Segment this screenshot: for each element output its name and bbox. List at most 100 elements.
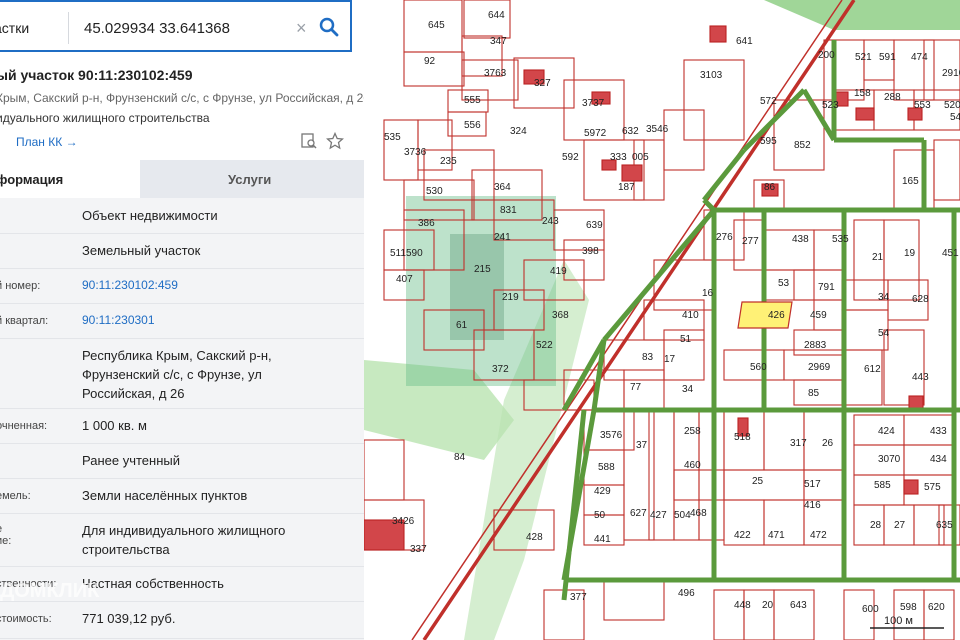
parcel-number-label: 277 [742, 236, 759, 247]
parcel [713, 589, 745, 640]
parcel-number-label: 545 [950, 112, 960, 123]
parcel-number-label: 337 [410, 544, 427, 555]
plan-kk-link[interactable]: План КК → [16, 135, 78, 149]
info-row: е ие: Для индивидуального жилищного строи… [0, 513, 364, 567]
parcel-number-label: 398 [582, 246, 599, 257]
parcel-number-label: 21 [872, 252, 884, 263]
search-input[interactable]: 45.029934 33.641368 [84, 20, 230, 37]
parcel-number-label: 575 [924, 482, 941, 493]
parcel-number-label: 407 [396, 274, 413, 285]
parcel-number-label: 468 [690, 508, 707, 519]
parcel-number-label: 2883 [804, 340, 827, 351]
parcel-number-label: 627 [630, 508, 647, 519]
parcel-number-label: 422 [734, 530, 751, 541]
parcel-number-label: 520 [944, 100, 960, 111]
parcel-number-label: 25 [752, 476, 764, 487]
parcel-number-label: 600 [862, 604, 879, 615]
parcel [461, 59, 519, 101]
parcel-number-label: 288 [884, 92, 901, 103]
parcel-number-label: 628 [912, 294, 929, 305]
parcel-number-label: 27 [894, 520, 906, 531]
parcel-number-label: 591 [879, 52, 896, 63]
parcel-number-label: 187 [618, 182, 635, 193]
parcel-number-label: 3070 [878, 454, 901, 465]
info-row-value: Объект недвижимости [82, 208, 218, 223]
parcel-number-label: 471 [768, 530, 785, 541]
cadastral-map[interactable]: 645 644 347 92 3763 555 556 327 3737 5972 3103 641 2… [364, 0, 960, 640]
parcel-number-label: 241 [494, 232, 511, 243]
parcel-number-label: 427 [650, 510, 667, 521]
parcel-number-label: 333 [610, 152, 627, 163]
info-row-value[interactable]: 90:11:230102:459 [82, 276, 178, 295]
info-row-value: Ранее учтенный [82, 453, 180, 468]
parcel-number-label: 612 [864, 364, 881, 375]
parcel-number-label: 2969 [808, 362, 831, 373]
info-row-value: Земли населённых пунктов [82, 488, 248, 503]
category-dropdown[interactable]: астки [0, 20, 29, 36]
parcel-number-label: 459 [810, 310, 827, 321]
info-row-value[interactable]: 90:11:230301 [82, 311, 155, 330]
tab-services-label: Услуги [228, 172, 272, 187]
parcel-number-label: 258 [684, 426, 701, 437]
parcel-number-label: 831 [500, 205, 517, 216]
parcel [841, 349, 883, 406]
parcel-number-label: 595 [760, 136, 777, 147]
parcel [723, 469, 805, 501]
parcel-number-label: 555 [464, 95, 481, 106]
parcel-number-label: 434 [930, 454, 947, 465]
parcel-number-label: 438 [792, 234, 809, 245]
parcel-number-label: 511590 [390, 248, 423, 259]
parcel-number-label: 347 [490, 36, 507, 47]
parcel [364, 439, 405, 501]
search-document-icon[interactable] [300, 132, 318, 150]
parcel-number-label: 451 [942, 248, 959, 259]
tab-info[interactable]: формация [0, 160, 140, 198]
parcel-number-label: 16 [702, 288, 714, 299]
info-row: Земельный участок [0, 233, 364, 269]
parcel-number-label: 632 [622, 126, 639, 137]
info-row: Объект недвижимости [0, 198, 364, 234]
clear-icon[interactable]: × [296, 18, 307, 39]
parcel-number-label: 560 [750, 362, 767, 373]
parcel-number-label: 556 [464, 120, 481, 131]
parcel-number-label: 474 [911, 52, 928, 63]
parcel-number-label: 433 [930, 426, 947, 437]
parcel-number-label: 3763 [484, 68, 507, 79]
parcel-number-label: 84 [454, 452, 466, 463]
street [702, 198, 716, 212]
building [855, 107, 875, 121]
parcel-number-label: 53 [778, 278, 790, 289]
parcel-number-label: 92 [424, 56, 436, 67]
parcel-number-label: 521 [855, 52, 872, 63]
tab-services[interactable]: Услуги [140, 160, 364, 198]
parcel-number-label: 585 [874, 480, 891, 491]
parcel-number-label: 419 [550, 266, 567, 277]
info-row-value: Для индивидуального жилищного строительс… [82, 523, 286, 557]
search-icon[interactable] [318, 16, 340, 38]
parcel-number-label: 200 [818, 50, 835, 61]
info-row: й номер: 90:11:230102:459 [0, 268, 364, 304]
search-divider [68, 12, 69, 44]
parcel [773, 589, 815, 640]
parcel-number-label: 219 [502, 292, 519, 303]
info-panel: астки 45.029934 33.641368 × ый участок 9… [0, 0, 365, 640]
info-row: стоимость: 771 039,12 руб. [0, 601, 364, 639]
info-row: емель: Земли населённых пунктов [0, 478, 364, 514]
star-icon[interactable] [326, 132, 344, 150]
parcel-number-label: 005 [632, 152, 649, 163]
map-canvas[interactable]: 645 644 347 92 3763 555 556 327 3737 5972 3103 641 2… [364, 0, 960, 640]
parcel-number-label: 620 [928, 602, 945, 613]
parcel-purpose: идуального жилищного строительства [0, 111, 210, 125]
info-row-label: й квартал: [0, 315, 49, 327]
parcel-number-label: 535 [384, 132, 401, 143]
parcel-number-label: 592 [562, 152, 579, 163]
parcel-number-label: 588 [598, 462, 615, 473]
parcel-number-label: 3737 [582, 98, 605, 109]
parcel-number-label: 2910 [942, 68, 960, 79]
parcel-number-label: 522 [536, 340, 553, 351]
parcel-number-label: 86 [764, 182, 776, 193]
parcel [883, 329, 925, 406]
parcel-number-label: 426 [768, 310, 785, 321]
parcel-number-label: 243 [542, 216, 559, 227]
scale-label: 100 м [884, 615, 913, 627]
